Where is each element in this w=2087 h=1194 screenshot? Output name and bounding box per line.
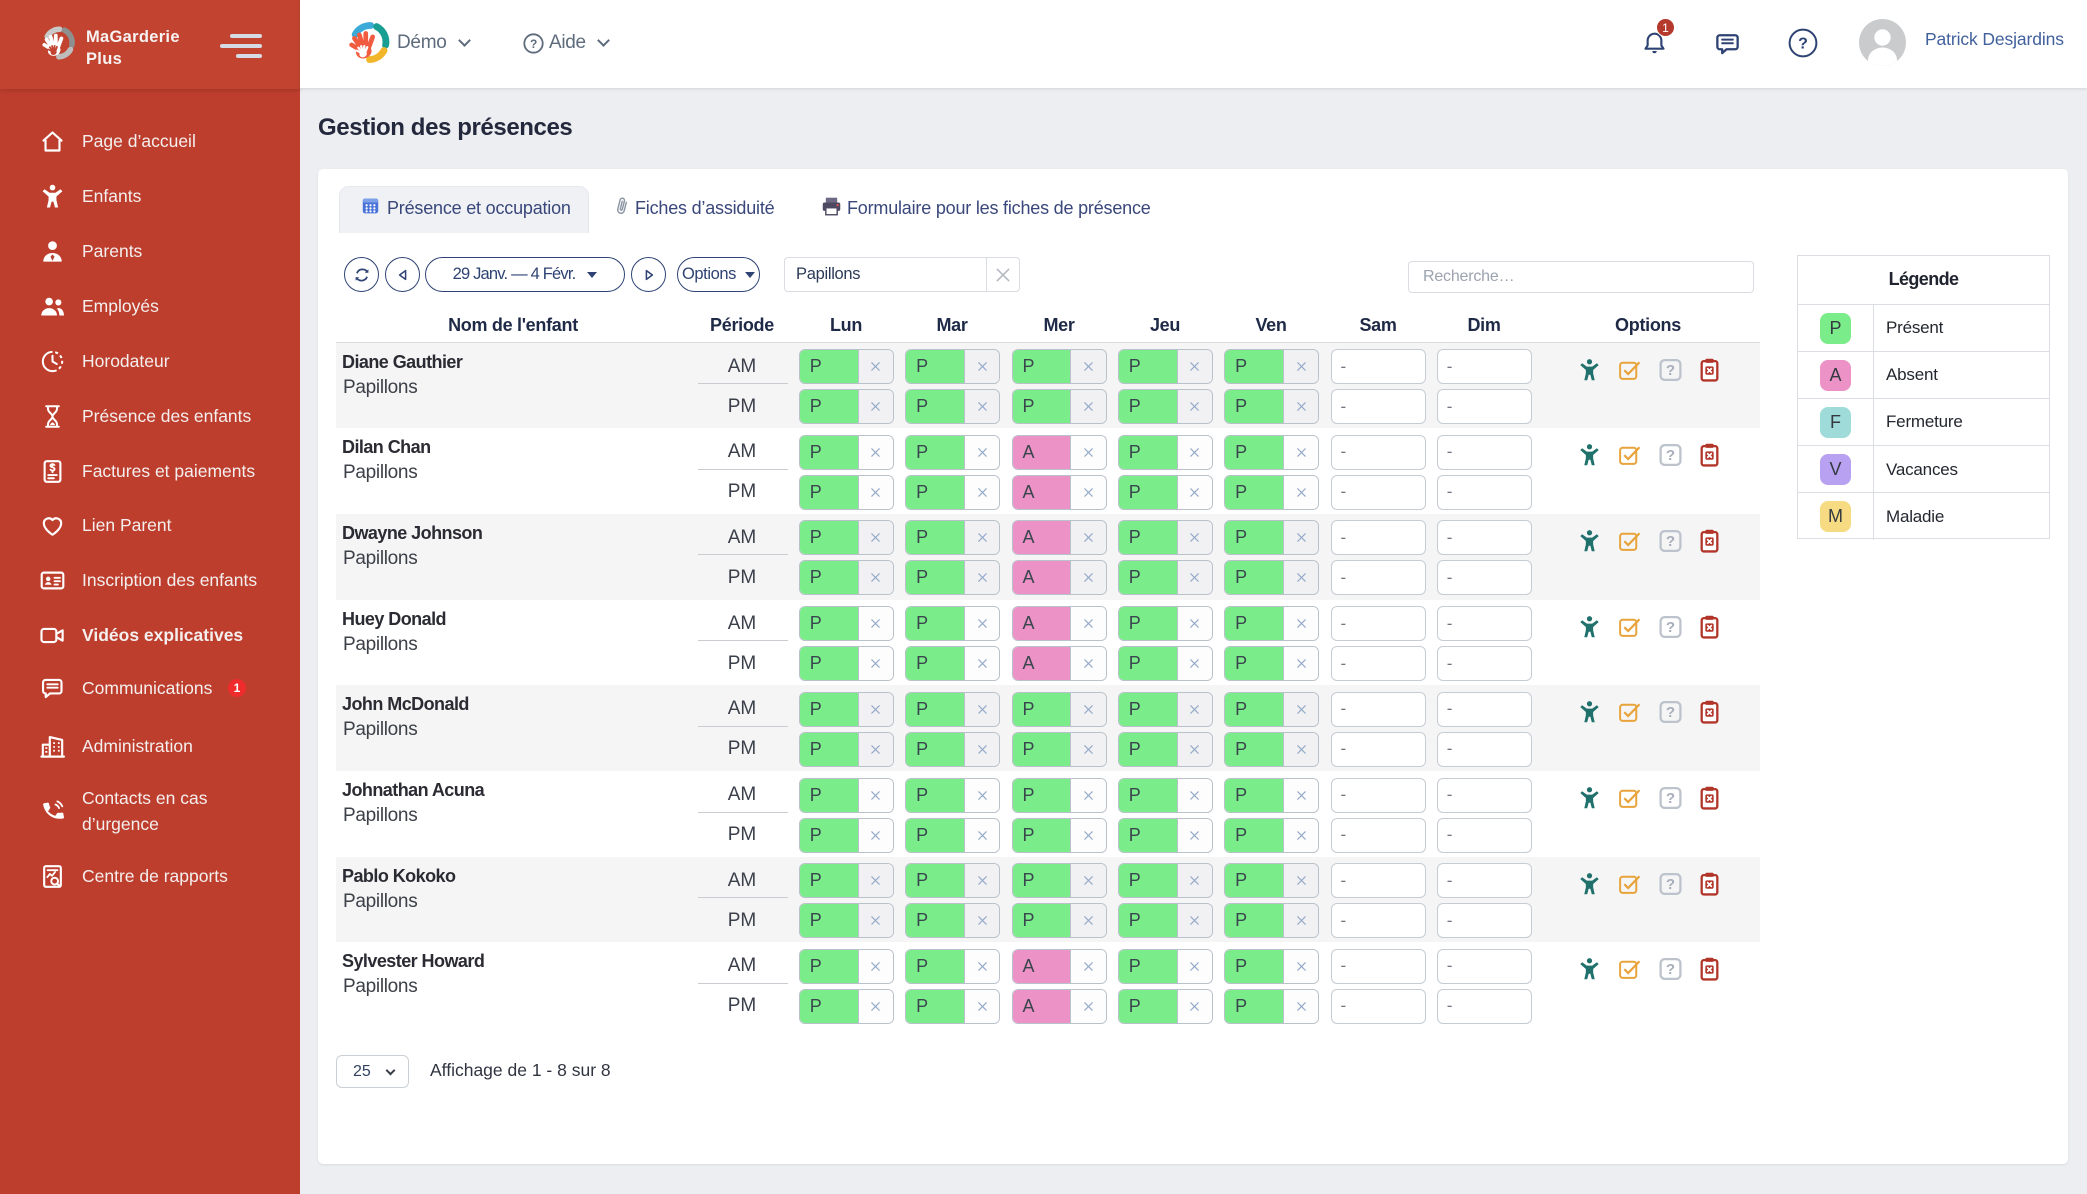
svg-text:?: ?: [1665, 790, 1674, 807]
svg-text:?: ?: [1665, 962, 1674, 979]
svg-text:?: ?: [1665, 447, 1674, 464]
svg-text:?: ?: [1665, 876, 1674, 893]
svg-text:?: ?: [1665, 533, 1674, 550]
svg-text:?: ?: [1665, 619, 1674, 636]
svg-text:?: ?: [1665, 362, 1674, 379]
svg-text:?: ?: [1798, 36, 1808, 53]
svg-text:?: ?: [530, 37, 537, 51]
svg-text:?: ?: [1665, 705, 1674, 722]
